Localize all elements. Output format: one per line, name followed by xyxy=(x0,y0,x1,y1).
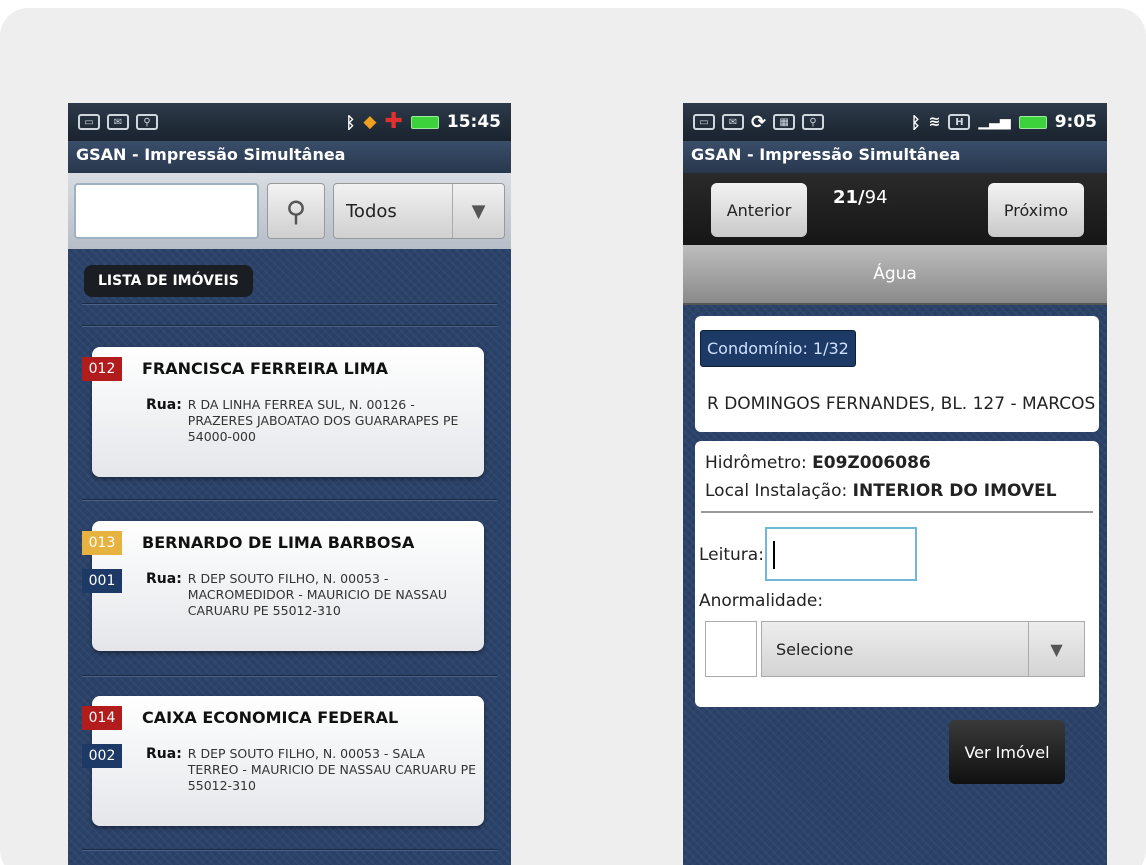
status-bar: ▭ ✉ ⚲ ᛒ ◆ ✚ 15:45 xyxy=(68,103,511,141)
property-code: 012 xyxy=(82,357,122,381)
property-card[interactable]: 012 FRANCISCA FERREIRA LIMA Rua: R DA LI… xyxy=(82,347,484,477)
battery-icon xyxy=(410,115,439,129)
battery-icon xyxy=(1018,115,1047,129)
address-panel: Condomínio: 1/32 R DOMINGOS FERNANDES, B… xyxy=(695,316,1099,432)
search-button[interactable]: ⚲ xyxy=(267,183,325,239)
usb-icon: ⚲ xyxy=(136,114,158,130)
screen-icon: ▭ xyxy=(693,114,715,130)
navigation-bar: Anterior 21/94 Próximo xyxy=(683,173,1107,245)
property-name: CAIXA ECONOMICA FEDERAL xyxy=(142,708,399,727)
filter-select[interactable]: Todos ▼ xyxy=(333,183,505,239)
property-address: R DOMINGOS FERNANDES, BL. 127 - MARCOS xyxy=(707,394,1096,414)
reading-screen: ▭ ✉ ⟳ ▦ ⚲ ᛒ ≋ H ▁▃▅ 9:05 GSAN - Impressã… xyxy=(683,103,1107,865)
counter-total: 94 xyxy=(864,187,888,208)
signal-icon: ▁▃▅ xyxy=(978,114,1011,130)
address-value: R DA LINHA FERREA SUL, N. 00126 - PRAZER… xyxy=(187,397,459,444)
divider xyxy=(82,303,497,305)
search-icon: ⚲ xyxy=(285,194,307,228)
tab-agua[interactable]: Água xyxy=(683,245,1107,305)
hidrometro-row: Hidrômetro: E09Z006086 xyxy=(705,453,931,473)
address-label: Rua: xyxy=(146,746,182,762)
previous-button[interactable]: Anterior xyxy=(711,183,807,237)
counter-current: 21/ xyxy=(833,187,865,208)
chevron-down-icon: ▼ xyxy=(1028,622,1084,676)
vibrate-icon: ≋ xyxy=(928,114,941,130)
reading-panel: Hidrômetro: E09Z006086 Local Instalação:… xyxy=(695,441,1099,707)
anormalidade-checkbox[interactable] xyxy=(705,621,757,677)
bluetooth-icon: ᛒ xyxy=(345,112,356,132)
leitura-input[interactable] xyxy=(765,527,917,581)
address-value: R DEP SOUTO FILHO, N. 00053 - SALA TERRE… xyxy=(187,746,477,793)
mail-icon: ✉ xyxy=(722,114,744,130)
hidrometro-value: E09Z006086 xyxy=(812,453,931,473)
property-code: 013 xyxy=(82,531,122,555)
search-input[interactable] xyxy=(74,183,259,239)
mail-icon: ✉ xyxy=(107,114,129,130)
next-button[interactable]: Próximo xyxy=(988,183,1084,237)
hidrometro-label: Hidrômetro: xyxy=(705,453,813,473)
local-label: Local Instalação: xyxy=(705,481,853,501)
anormalidade-selected-value: Selecione xyxy=(776,639,854,659)
property-card[interactable]: 014 002 CAIXA ECONOMICA FEDERAL Rua: R D… xyxy=(82,696,484,826)
address-value: R DEP SOUTO FILHO, N. 00053 - MACROMEDID… xyxy=(187,571,448,618)
property-address: Rua: R DEP SOUTO FILHO, N. 00053 - MACRO… xyxy=(146,571,478,619)
address-label: Rua: xyxy=(146,571,182,587)
divider xyxy=(82,675,497,677)
record-counter: 21/94 xyxy=(833,187,888,208)
sync-icon: ⟳ xyxy=(751,111,767,133)
property-code: 014 xyxy=(82,706,122,730)
property-name: FRANCISCA FERREIRA LIMA xyxy=(142,359,389,378)
divider xyxy=(82,849,497,851)
section-title: LISTA DE IMÓVEIS xyxy=(84,265,253,297)
divider xyxy=(701,511,1093,513)
app-title: GSAN - Impressão Simultânea xyxy=(683,141,1107,173)
bluetooth-icon: ᛒ xyxy=(911,112,921,132)
status-bar: ▭ ✉ ⟳ ▦ ⚲ ᛒ ≋ H ▁▃▅ 9:05 xyxy=(683,103,1107,141)
screen-icon: ▭ xyxy=(78,114,100,130)
property-address: Rua: R DEP SOUTO FILHO, N. 00053 - SALA … xyxy=(146,746,478,794)
chevron-down-icon: ▼ xyxy=(452,184,504,238)
property-subcode: 002 xyxy=(82,744,122,768)
address-label: Rua: xyxy=(146,397,182,413)
app-title: GSAN - Impressão Simultânea xyxy=(68,141,511,173)
filter-selected-value: Todos xyxy=(346,200,397,222)
property-name: BERNARDO DE LIMA BARBOSA xyxy=(142,533,415,552)
usb-icon: ⚲ xyxy=(802,114,825,130)
condominio-badge: Condomínio: 1/32 xyxy=(700,330,856,367)
status-time: 9:05 xyxy=(1054,112,1097,132)
property-address: Rua: R DA LINHA FERREA SUL, N. 00126 - P… xyxy=(146,397,478,445)
divider xyxy=(82,325,497,327)
ver-imovel-button[interactable]: Ver Imóvel xyxy=(949,720,1065,784)
list-screen: ▭ ✉ ⚲ ᛒ ◆ ✚ 15:45 GSAN - Impressão Simul… xyxy=(68,103,511,865)
property-subcode: 001 xyxy=(82,569,122,593)
divider xyxy=(82,499,497,501)
calendar-icon: ▦ xyxy=(773,114,796,130)
plus-icon: ✚ xyxy=(384,109,403,134)
leitura-label: Leitura: xyxy=(699,545,764,565)
network-icon: H xyxy=(948,114,971,130)
property-card[interactable]: 013 001 BERNARDO DE LIMA BARBOSA Rua: R … xyxy=(82,521,484,651)
local-row: Local Instalação: INTERIOR DO IMOVEL xyxy=(705,481,1057,501)
local-value: INTERIOR DO IMOVEL xyxy=(852,481,1057,501)
anormalidade-select[interactable]: Selecione ▼ xyxy=(761,621,1085,677)
status-time: 15:45 xyxy=(446,112,501,132)
search-bar: ⚲ Todos ▼ xyxy=(68,173,511,249)
alert-icon: ◆ xyxy=(363,112,377,132)
anormalidade-label: Anormalidade: xyxy=(699,591,824,611)
text-cursor xyxy=(773,541,775,569)
